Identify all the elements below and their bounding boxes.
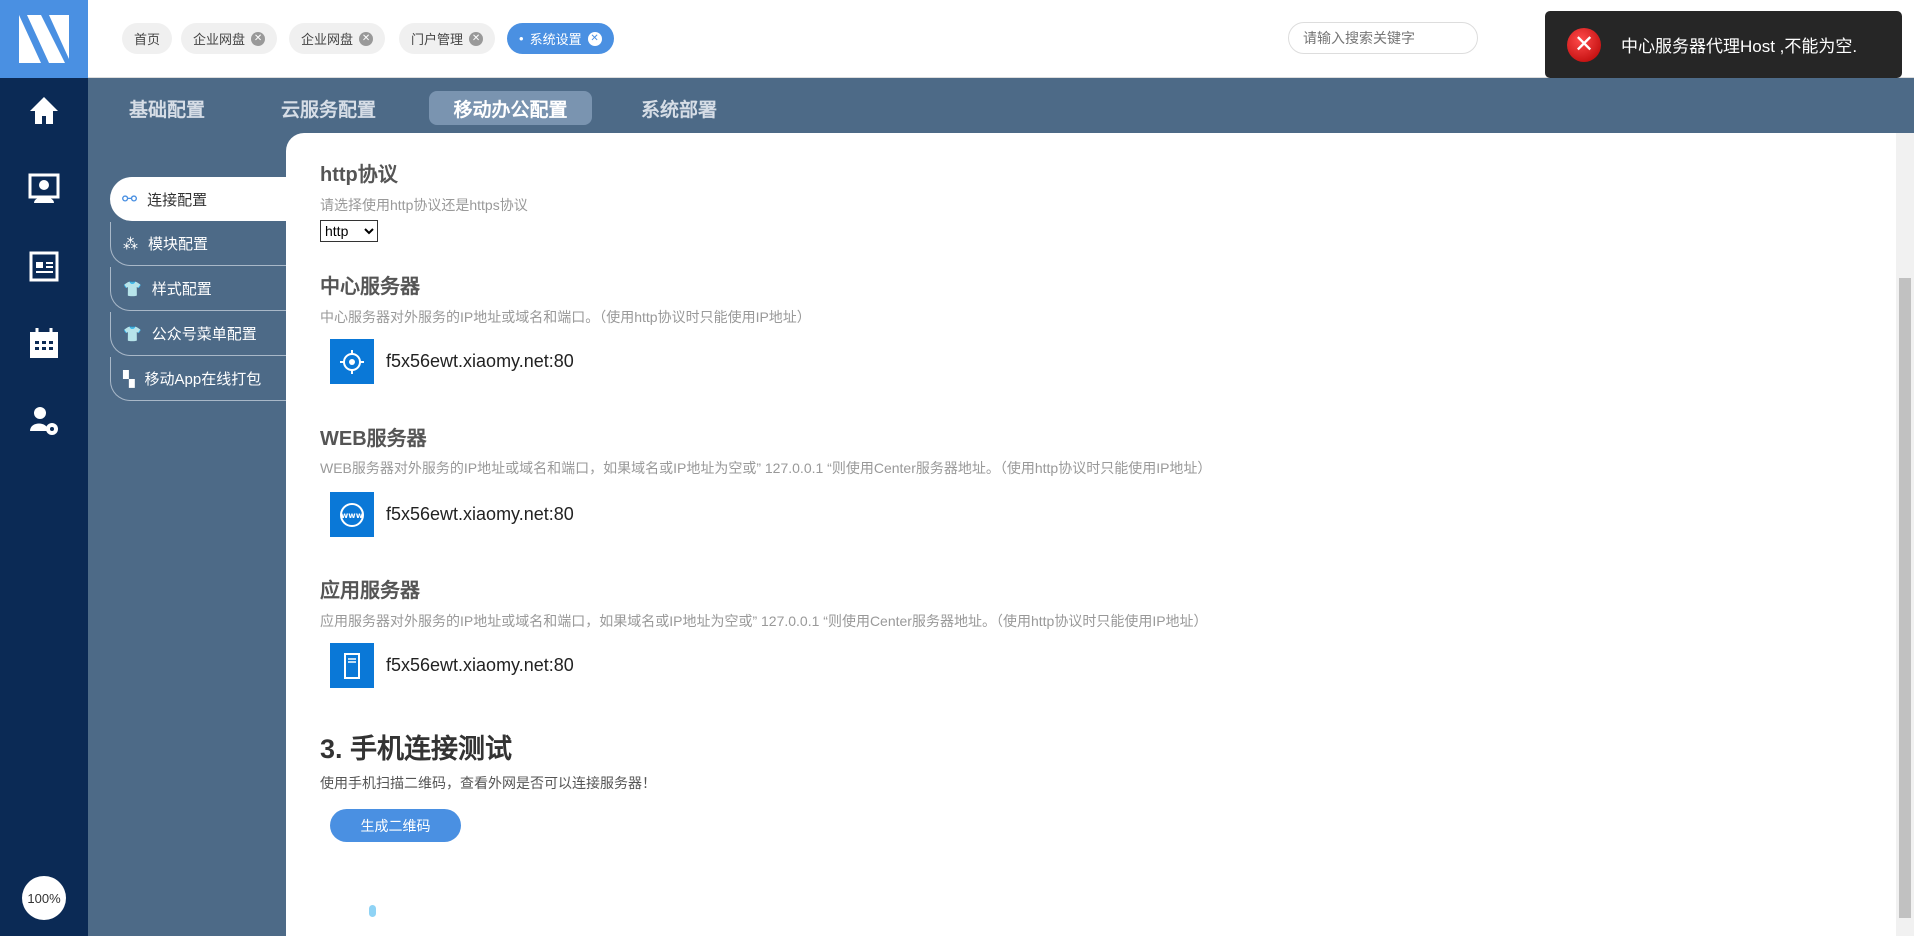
apps-icon: ▚: [123, 370, 135, 388]
protocol-select[interactable]: http: [320, 220, 378, 242]
server-icon: [330, 643, 374, 688]
news-icon[interactable]: [0, 241, 88, 291]
submenu-label: 模块配置: [148, 236, 209, 253]
error-toast: ✕ 中心服务器代理Host ,不能为空.: [1545, 11, 1902, 78]
user-settings-icon[interactable]: [0, 396, 88, 446]
tab-label: 门户管理: [411, 32, 464, 47]
nav-tab-cloud[interactable]: 云服务配置: [261, 91, 396, 125]
submenu-label: 连接配置: [147, 191, 208, 209]
tab-label: 企业网盘: [301, 32, 354, 47]
submenu-modules[interactable]: ⁂ 模块配置: [110, 222, 286, 266]
tab-cloud-disk[interactable]: 企业网盘 ✕: [181, 23, 278, 54]
nav-tab-basic[interactable]: 基础配置: [109, 91, 225, 125]
calendar-icon[interactable]: [0, 318, 88, 368]
center-server-value[interactable]: f5x56ewt.xiaomy.net:80: [386, 351, 574, 372]
section-heading: 3. 手机连接测试: [320, 734, 513, 764]
submenu-label: 移动App在线打包: [144, 371, 262, 388]
shirt-icon: 👕: [123, 280, 142, 298]
submenu-label: 样式配置: [151, 281, 212, 298]
tab-label: 企业网盘: [193, 32, 246, 47]
shirt-icon: 👕: [123, 325, 142, 343]
nav-tab-deploy[interactable]: 系统部署: [621, 91, 737, 125]
tab-system-settings[interactable]: • 系统设置 ✕: [507, 23, 614, 54]
tab-home[interactable]: 首页: [122, 23, 173, 54]
logo: [0, 0, 88, 78]
pin-icon: [369, 905, 376, 917]
submenu-wechat-menu[interactable]: 👕 公众号菜单配置: [110, 312, 286, 356]
www-icon: www: [330, 492, 374, 537]
error-icon: ✕: [1567, 27, 1601, 62]
submenu-connection[interactable]: ⚯ 连接配置: [110, 177, 286, 221]
close-icon[interactable]: ✕: [251, 31, 266, 46]
submenu-app-package[interactable]: ▚ 移动App在线打包: [110, 357, 286, 401]
close-icon[interactable]: ✕: [469, 31, 484, 46]
tab-label: 首页: [134, 32, 161, 47]
dot-icon: •: [519, 31, 524, 46]
zoom-level[interactable]: 100%: [22, 876, 66, 920]
search-input[interactable]: [1288, 22, 1478, 54]
section-desc: 使用手机扫描二维码，查看外网是否可以连接服务器！: [320, 775, 656, 791]
svg-text:www: www: [341, 511, 364, 520]
section-desc: 请选择使用http协议还是https协议: [320, 197, 528, 213]
section-title: WEB服务器: [320, 428, 427, 450]
tab-portal[interactable]: 门户管理 ✕: [399, 23, 496, 54]
close-icon[interactable]: ✕: [359, 31, 374, 46]
link-icon: ⚯: [122, 188, 138, 209]
nav-tab-mobile[interactable]: 移动办公配置: [429, 91, 592, 125]
monitor-user-icon[interactable]: [0, 164, 88, 214]
tab-label: 系统设置: [529, 32, 582, 47]
app-server-value[interactable]: f5x56ewt.xiaomy.net:80: [386, 655, 574, 676]
section-desc: 中心服务器对外服务的IP地址或域名和端口。（使用http协议时只能使用IP地址）: [320, 309, 811, 325]
target-icon: [330, 339, 374, 384]
tab-cloud-disk-2[interactable]: 企业网盘 ✕: [289, 23, 386, 54]
section-desc: WEB服务器对外服务的IP地址或域名和端口，如果域名或IP地址为空或” 127.…: [320, 460, 1212, 476]
web-server-value[interactable]: f5x56ewt.xiaomy.net:80: [386, 504, 574, 525]
home-icon[interactable]: [0, 85, 88, 135]
section-title: 中心服务器: [320, 276, 420, 298]
left-sidebar: [0, 0, 88, 936]
content-panel: [286, 133, 1914, 936]
section-desc: 应用服务器对外服务的IP地址或域名和端口，如果域名或IP地址为空或” 127.0…: [320, 613, 1208, 629]
section-title: 应用服务器: [320, 580, 420, 602]
toast-message: 中心服务器代理Host ,不能为空.: [1621, 37, 1858, 56]
close-icon[interactable]: ✕: [587, 31, 602, 46]
section-title: http协议: [320, 164, 398, 186]
generate-qr-button[interactable]: 生成二维码: [330, 809, 461, 842]
scrollbar-thumb[interactable]: [1899, 278, 1911, 918]
submenu-style[interactable]: 👕 样式配置: [110, 267, 286, 311]
modules-icon: ⁂: [123, 235, 138, 253]
submenu-label: 公众号菜单配置: [151, 326, 257, 343]
